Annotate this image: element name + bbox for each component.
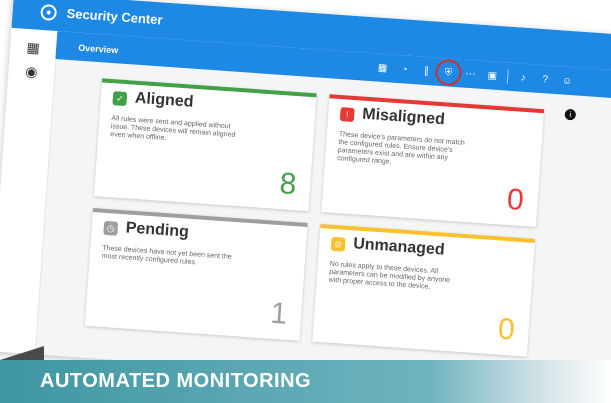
app-title: Security Center xyxy=(66,5,164,28)
banner-title: AUTOMATED MONITORING xyxy=(40,370,312,392)
toolbar-divider xyxy=(506,69,509,84)
gauge-icon[interactable]: ◔ xyxy=(397,62,412,77)
dashboard-icon[interactable]: ▦ xyxy=(375,60,390,75)
banner-tab xyxy=(0,346,44,360)
card-title: Pending xyxy=(125,219,190,241)
card-description: No rules apply to these devices. All par… xyxy=(328,260,451,291)
alert-shield-icon: ! xyxy=(339,107,355,123)
card-count: 0 xyxy=(505,182,525,218)
caption-banner: AUTOMATED MONITORING xyxy=(0,360,611,403)
check-shield-icon: ✓ xyxy=(112,91,128,107)
chat-icon[interactable]: ◉ xyxy=(23,63,40,80)
devices-icon[interactable]: ⋯ xyxy=(463,67,478,82)
bell-icon[interactable]: ♪ xyxy=(516,70,531,85)
card-count: 1 xyxy=(269,296,289,331)
app-window: Security Center ▦ ◉ Overview ▦ ◔ ∥ ⛨ ⋯ ▣… xyxy=(0,0,611,396)
shield-icon[interactable]: ⛨ xyxy=(441,65,456,80)
grid-icon[interactable]: ▦ xyxy=(25,39,42,56)
slashed-shield-icon: ⊘ xyxy=(330,236,346,252)
card-title: Unmanaged xyxy=(352,235,446,259)
unmanaged-card[interactable]: ⊘ Unmanaged No rules apply to these devi… xyxy=(312,223,536,357)
page-title: Overview xyxy=(77,42,119,56)
card-count: 0 xyxy=(496,312,516,347)
aligned-card[interactable]: ✓ Aligned All rules were sent and applie… xyxy=(93,78,317,212)
card-title: Aligned xyxy=(134,89,195,111)
info-icon[interactable]: i xyxy=(564,108,577,121)
report-icon[interactable]: ▣ xyxy=(485,68,500,83)
user-icon[interactable]: ☺ xyxy=(560,73,575,88)
card-description: These devices have not yet been sent the… xyxy=(101,244,232,267)
columns-icon[interactable]: ∥ xyxy=(419,63,434,78)
overview-content: i ✓ Aligned All rules were sent and appl… xyxy=(35,59,611,396)
help-icon[interactable]: ? xyxy=(538,72,553,87)
card-title: Misaligned xyxy=(361,105,446,129)
card-count: 8 xyxy=(278,167,298,202)
misaligned-card[interactable]: ! Misaligned These device's parameters d… xyxy=(321,94,545,227)
card-description: These device's parameters do not match t… xyxy=(336,131,466,166)
clock-shield-icon: ◷ xyxy=(103,220,119,236)
app-logo-icon xyxy=(40,3,58,22)
pending-card[interactable]: ◷ Pending These devices have not yet bee… xyxy=(84,208,308,341)
card-description: All rules were sent and applied without … xyxy=(110,115,236,142)
